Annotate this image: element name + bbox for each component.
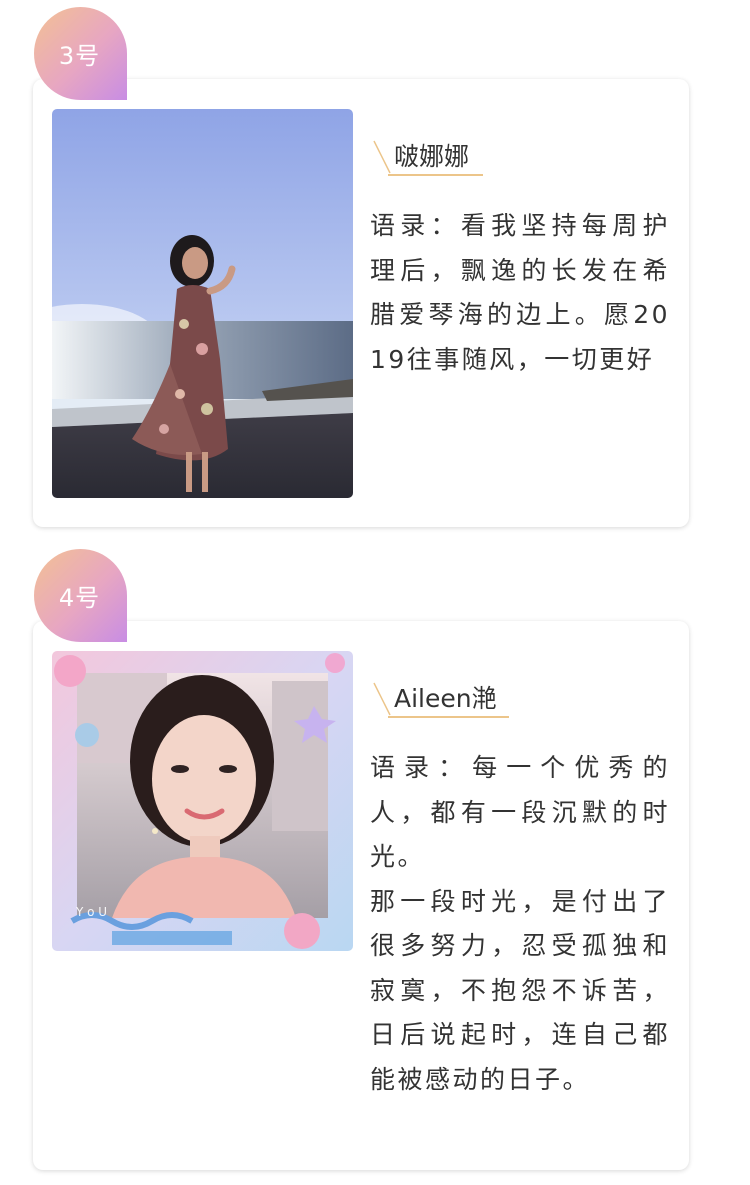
name-accent-slash-icon xyxy=(373,682,391,716)
svg-text:Y o U: Y o U xyxy=(75,905,107,919)
contestant-entry-4: 4号 Y o U Aileen滟 语录：每一个优秀的人，都有一段沉默的时光。 那… xyxy=(0,542,750,1185)
contestant-photo[interactable] xyxy=(52,109,353,498)
contestant-photo[interactable]: Y o U xyxy=(52,651,353,951)
contestant-name-block: Aileen滟 xyxy=(370,677,530,721)
contestant-quote: 语录：每一个优秀的人，都有一段沉默的时光。 那一段时光，是付出了很多努力，忍受孤… xyxy=(370,753,670,1094)
number-badge: 4号 xyxy=(34,549,127,642)
name-underline xyxy=(388,716,509,718)
contestant-name: 啵娜娜 xyxy=(394,142,470,171)
contestant-entry-3: 3号 啵娜娜 语录：看我坚持每周护理后，飘逸的长发在希腊爱琴海的边上。愿2019… xyxy=(0,0,750,540)
contestant-name: Aileen滟 xyxy=(394,684,497,713)
contestant-quote: 语录：看我坚持每周护理后，飘逸的长发在希腊爱琴海的边上。愿2019往事随风，一切… xyxy=(370,211,670,374)
name-accent-slash-icon xyxy=(373,140,391,174)
contestant-name-block: 啵娜娜 xyxy=(370,135,490,179)
name-underline xyxy=(388,174,483,176)
number-badge: 3号 xyxy=(34,7,127,100)
